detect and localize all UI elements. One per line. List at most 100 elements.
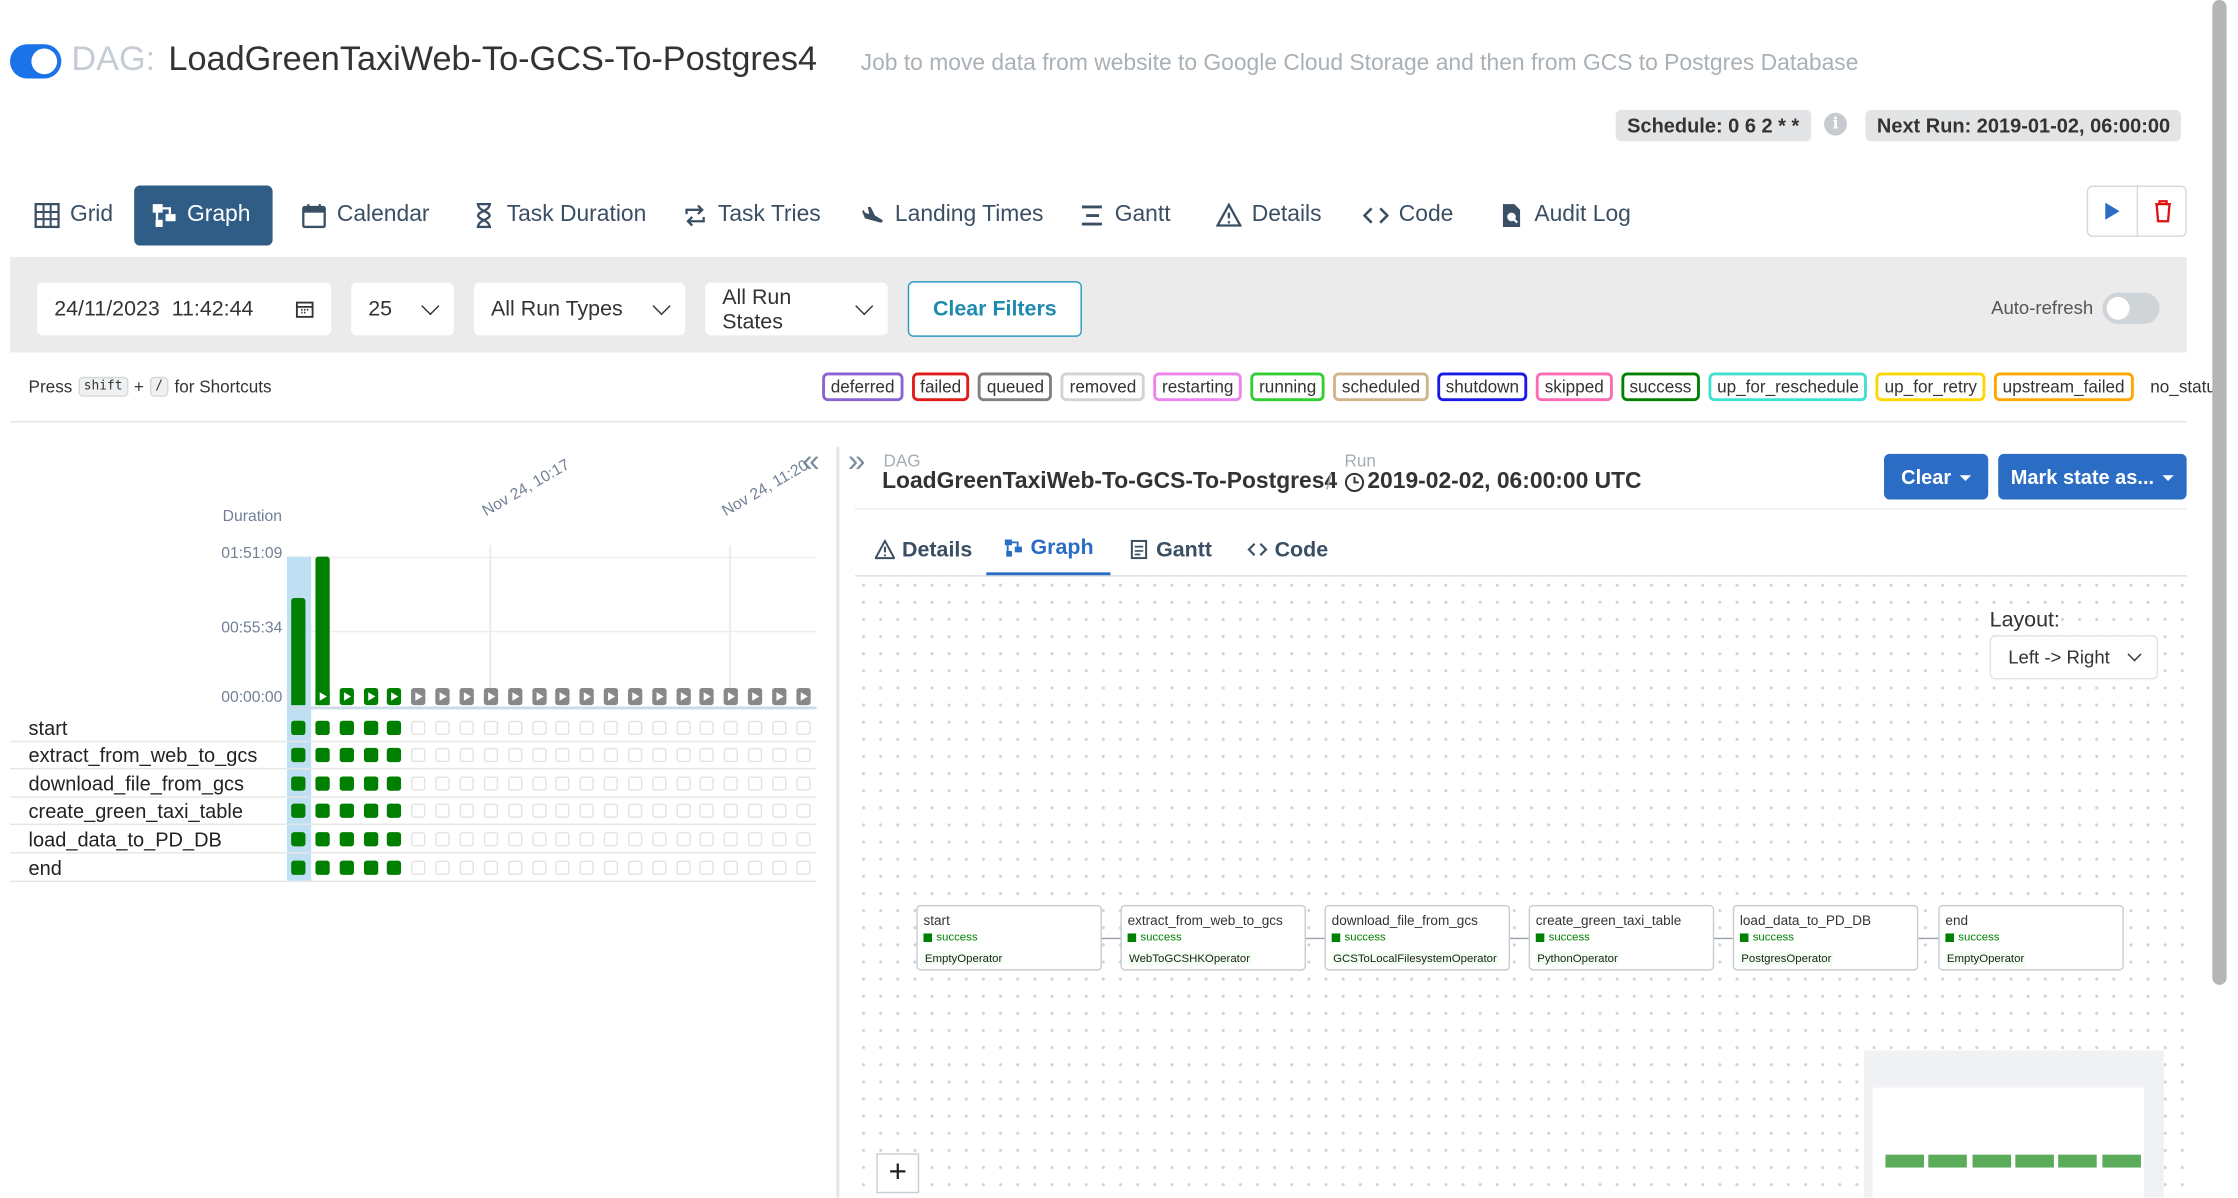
dag-pause-toggle[interactable] xyxy=(9,44,62,79)
task-instance-cell[interactable] xyxy=(748,776,763,791)
task-instance-cell[interactable] xyxy=(387,860,402,875)
task-instance-cell[interactable] xyxy=(651,720,667,736)
info-icon[interactable]: i xyxy=(1824,112,1847,136)
legend-running[interactable]: running xyxy=(1250,372,1325,402)
task-name[interactable]: load_data_to_PD_DB xyxy=(29,828,222,851)
tab-grid[interactable]: Grid xyxy=(17,186,130,246)
task-instance-cell[interactable] xyxy=(459,747,474,763)
run-marker[interactable] xyxy=(675,687,691,706)
task-instance-cell[interactable] xyxy=(651,860,667,875)
task-instance-cell[interactable] xyxy=(531,803,546,818)
legend-scheduled[interactable]: scheduled xyxy=(1333,372,1429,402)
task-instance-cell[interactable] xyxy=(363,832,378,847)
legend-up-for-retry[interactable]: up_for_retry xyxy=(1876,372,1986,402)
legend-removed[interactable]: removed xyxy=(1061,372,1145,402)
task-instance-cell[interactable] xyxy=(772,832,787,847)
num-runs-select[interactable]: 25 xyxy=(351,282,454,336)
task-instance-cell[interactable] xyxy=(411,747,426,763)
legend-success[interactable]: success xyxy=(1620,372,1700,402)
task-instance-cell[interactable] xyxy=(603,832,619,847)
legend-deferred[interactable]: deferred xyxy=(822,372,904,402)
clear-filters-button[interactable]: Clear Filters xyxy=(907,281,1082,337)
run-marker[interactable] xyxy=(363,687,378,706)
clear-button[interactable]: Clear xyxy=(1884,453,1989,500)
task-instance-cell[interactable] xyxy=(315,720,330,736)
base-date-input[interactable]: 24/11/2023 11:42:44 xyxy=(37,282,332,336)
run-marker[interactable] xyxy=(507,687,522,706)
task-instance-cell[interactable] xyxy=(796,720,811,736)
tab-gantt[interactable]: Gantt xyxy=(1062,186,1188,246)
task-name[interactable]: create_green_taxi_table xyxy=(29,799,243,822)
task-instance-cell[interactable] xyxy=(363,860,378,875)
task-instance-cell[interactable] xyxy=(579,832,595,847)
task-instance-cell[interactable] xyxy=(363,747,378,763)
task-instance-cell[interactable] xyxy=(724,720,739,736)
tab-landing-times[interactable]: Landing Times xyxy=(842,186,1060,246)
task-instance-cell[interactable] xyxy=(724,832,739,847)
task-instance-cell[interactable] xyxy=(363,803,378,818)
run-marker[interactable] xyxy=(555,687,570,706)
task-instance-cell[interactable] xyxy=(651,776,667,791)
task-name[interactable]: extract_from_web_to_gcs xyxy=(29,744,258,767)
task-name[interactable]: start xyxy=(29,717,68,740)
task-instance-cell[interactable] xyxy=(507,720,522,736)
run-marker[interactable] xyxy=(748,687,763,706)
task-instance-cell[interactable] xyxy=(724,747,739,763)
task-instance-cell[interactable] xyxy=(603,720,619,736)
task-instance-cell[interactable] xyxy=(603,747,619,763)
task-instance-cell[interactable] xyxy=(772,860,787,875)
task-instance-cell[interactable] xyxy=(315,860,330,875)
task-instance-cell[interactable] xyxy=(339,803,354,818)
legend-failed[interactable]: failed xyxy=(911,372,970,402)
legend-shutdown[interactable]: shutdown xyxy=(1437,372,1528,402)
task-instance-cell[interactable] xyxy=(772,720,787,736)
task-instance-cell[interactable] xyxy=(748,720,763,736)
tab-graph[interactable]: Graph xyxy=(134,185,273,246)
task-instance-cell[interactable] xyxy=(700,860,715,875)
run-marker[interactable] xyxy=(411,687,426,706)
task-instance-cell[interactable] xyxy=(363,720,378,736)
delete-dag-button[interactable] xyxy=(2138,187,2187,236)
breadcrumb-run[interactable]: 2019-02-02, 06:00:00 UTC xyxy=(1344,470,1642,496)
run-duration-bar[interactable] xyxy=(291,598,306,706)
auto-refresh-switch[interactable] xyxy=(2102,292,2160,324)
task-instance-cell[interactable] xyxy=(651,747,667,763)
run-marker[interactable] xyxy=(603,687,619,706)
task-instance-cell[interactable] xyxy=(700,720,715,736)
task-instance-cell[interactable] xyxy=(459,720,474,736)
task-instance-cell[interactable] xyxy=(435,803,450,818)
task-instance-cell[interactable] xyxy=(291,803,306,818)
task-instance-cell[interactable] xyxy=(555,720,570,736)
task-instance-cell[interactable] xyxy=(291,860,306,875)
task-instance-cell[interactable] xyxy=(675,720,691,736)
task-instance-cell[interactable] xyxy=(603,776,619,791)
task-instance-cell[interactable] xyxy=(700,776,715,791)
task-instance-cell[interactable] xyxy=(579,747,595,763)
task-instance-cell[interactable] xyxy=(291,832,306,847)
run-type-select[interactable]: All Run Types xyxy=(473,282,686,336)
legend-restarting[interactable]: restarting xyxy=(1153,372,1242,402)
tab-code[interactable]: Code xyxy=(1346,186,1471,246)
task-instance-cell[interactable] xyxy=(411,832,426,847)
run-duration-bar[interactable] xyxy=(315,556,330,706)
task-instance-cell[interactable] xyxy=(772,776,787,791)
task-instance-cell[interactable] xyxy=(339,832,354,847)
task-instance-cell[interactable] xyxy=(483,803,498,818)
run-marker[interactable] xyxy=(579,687,595,706)
task-instance-cell[interactable] xyxy=(483,747,498,763)
task-instance-cell[interactable] xyxy=(579,720,595,736)
run-marker[interactable] xyxy=(700,687,715,706)
task-instance-cell[interactable] xyxy=(459,803,474,818)
task-instance-cell[interactable] xyxy=(387,803,402,818)
task-instance-cell[interactable] xyxy=(483,860,498,875)
tab-calendar[interactable]: Calendar xyxy=(284,186,447,246)
task-instance-cell[interactable] xyxy=(531,832,546,847)
task-instance-cell[interactable] xyxy=(507,860,522,875)
run-marker[interactable] xyxy=(315,687,330,706)
run-marker[interactable] xyxy=(796,687,811,706)
task-instance-cell[interactable] xyxy=(627,832,643,847)
run-marker[interactable] xyxy=(627,687,643,706)
task-instance-cell[interactable] xyxy=(459,860,474,875)
page-scrollbar[interactable] xyxy=(2212,0,2227,985)
task-instance-cell[interactable] xyxy=(579,860,595,875)
